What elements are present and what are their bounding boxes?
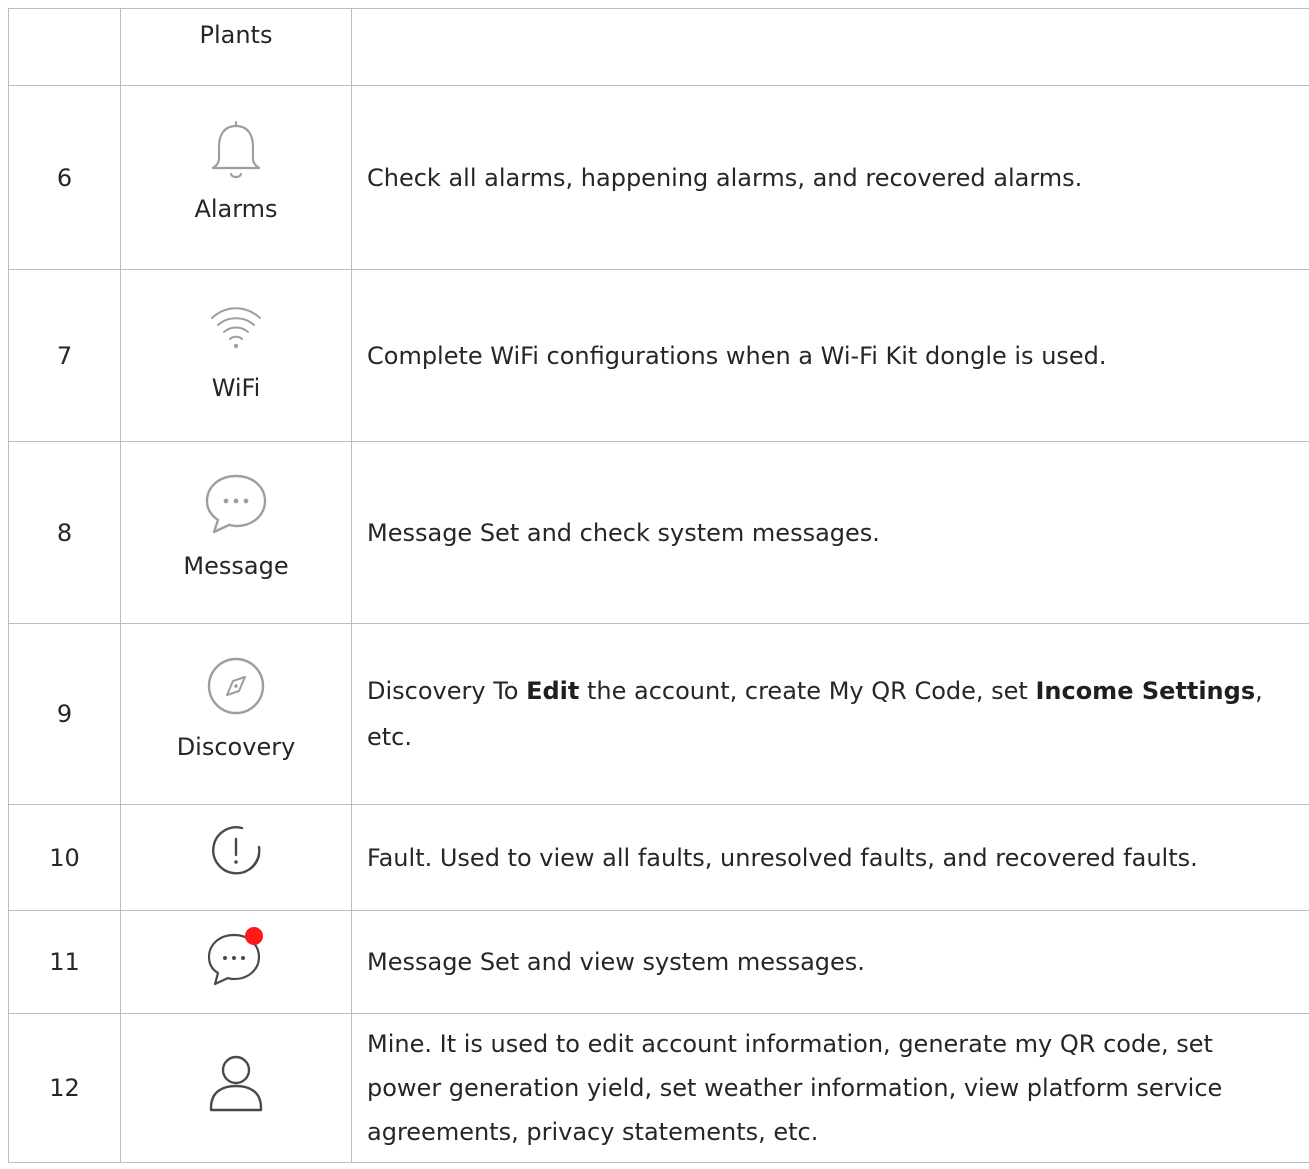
icon-cell: WiFi <box>120 269 352 442</box>
table-row: 12 Mine. It is used to edit account info… <box>8 1013 1309 1163</box>
wifi-label: WiFi <box>211 373 261 402</box>
row-description: Mine. It is used to edit account informa… <box>351 1013 1309 1163</box>
row-description <box>351 8 1309 86</box>
edit-term: Edit <box>526 677 580 705</box>
icon-cell <box>120 910 352 1014</box>
icon-cell: Alarms <box>120 85 352 270</box>
compass-icon <box>121 653 351 719</box>
row-description: Complete WiFi configurations when a Wi-F… <box>351 269 1309 442</box>
table-row: 7 WiFi Complete WiFi configurations when… <box>8 269 1309 442</box>
income-settings-term: Income Settings <box>1035 677 1256 705</box>
message-icon <box>121 468 351 540</box>
description-line: Mine. It is used to edit account informa… <box>367 1030 1213 1058</box>
table-row: 8 Message Message Set and check system m… <box>8 441 1309 624</box>
row-number: 12 <box>8 1013 121 1163</box>
icon-cell: Discovery <box>120 623 352 805</box>
message-label: Message <box>183 551 289 580</box>
description-line: etc. <box>367 723 412 751</box>
row-description: Check all alarms, happening alarms, and … <box>351 85 1309 270</box>
discovery-label: Discovery <box>176 733 296 761</box>
row-number: 8 <box>8 441 121 624</box>
table-row: 9 Discovery Discovery To Edit the accoun… <box>8 623 1309 805</box>
row-description: Discovery To Edit the account, create My… <box>351 623 1309 805</box>
description-text: Discovery To <box>367 677 527 705</box>
row-number <box>8 8 121 86</box>
row-number: 10 <box>8 804 121 911</box>
description-text: the account, create My QR Code, set <box>579 677 1036 705</box>
wifi-icon <box>121 298 351 358</box>
icon-cell <box>120 804 352 911</box>
description-line: agreements, privacy statements, etc. <box>367 1118 819 1146</box>
row-number: 6 <box>8 85 121 270</box>
description-line: power generation yield, set weather info… <box>367 1074 1223 1102</box>
row-number: 7 <box>8 269 121 442</box>
table-row: 11 Message Set and view system messages. <box>8 910 1309 1014</box>
message-badge-icon <box>121 923 351 989</box>
function-table: Plants 6 Alarms Check all alarms, happen… <box>8 8 1309 1163</box>
description-text: , <box>1255 677 1263 705</box>
row-description: Message Set and check system messages. <box>351 441 1309 624</box>
table-row: 10 Fault. Used to view all faults, unres… <box>8 804 1309 911</box>
row-description: Fault. Used to view all faults, unresolv… <box>351 804 1309 911</box>
icon-cell: Plants <box>120 8 352 86</box>
user-icon <box>121 1046 351 1116</box>
fault-icon <box>121 821 351 881</box>
icon-cell <box>120 1013 352 1163</box>
icon-cell: Message <box>120 441 352 624</box>
table-row: 6 Alarms Check all alarms, happening ala… <box>8 85 1309 270</box>
bell-icon <box>121 117 351 185</box>
row-description: Message Set and view system messages. <box>351 910 1309 1014</box>
row-number: 11 <box>8 910 121 1014</box>
alarms-label: Alarms <box>194 194 278 223</box>
table-row: Plants <box>8 8 1309 86</box>
plants-label: Plants <box>199 21 273 49</box>
row-number: 9 <box>8 623 121 805</box>
description-line: Discovery To Edit the account, create My… <box>367 673 1309 709</box>
